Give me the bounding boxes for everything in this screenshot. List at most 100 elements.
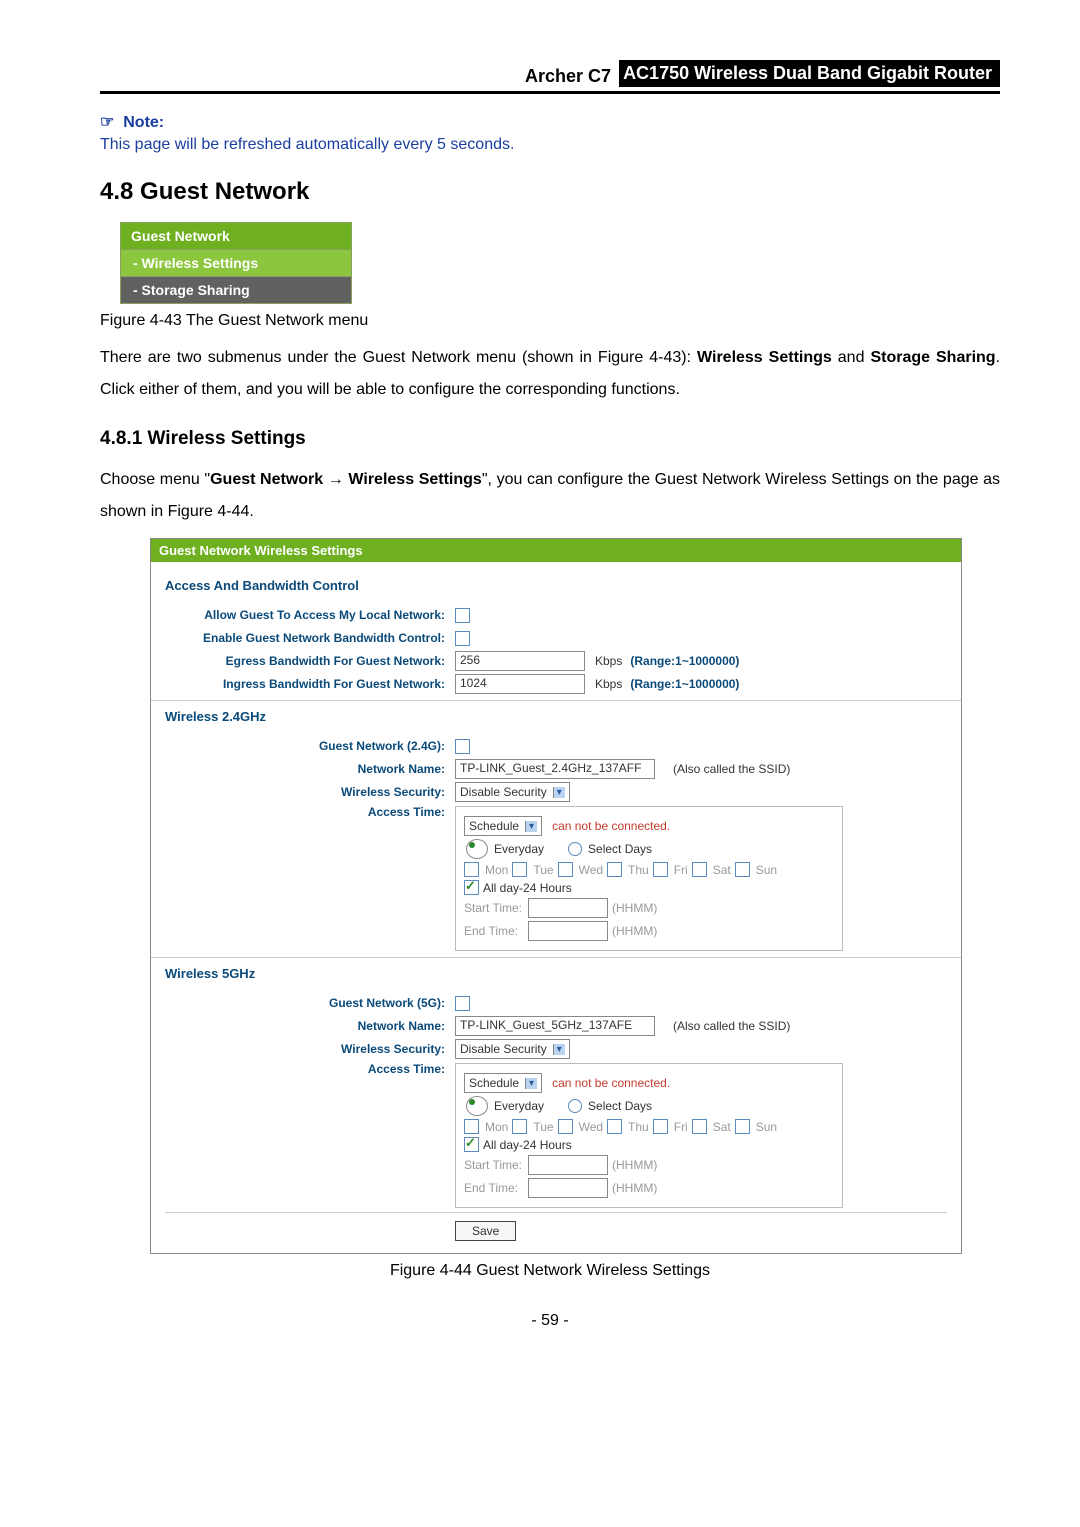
input-end-5[interactable] xyxy=(528,1178,608,1198)
row-nn5: Network Name: TP-LINK_Guest_5GHz_137AFE … xyxy=(165,1016,947,1036)
chk-gn24[interactable] xyxy=(455,739,470,754)
select-schedule-24[interactable]: Schedule ▾ xyxy=(464,816,542,836)
chk-enable-bw[interactable] xyxy=(455,631,470,646)
radio-select-days-5[interactable] xyxy=(568,1099,582,1113)
row-ingress: Ingress Bandwidth For Guest Network: 102… xyxy=(165,674,947,694)
lbl-ws24: Wireless Security: xyxy=(165,785,455,799)
access-time-box-24: Schedule ▾ can not be connected. Everyda… xyxy=(455,806,843,951)
chk-sat-5[interactable] xyxy=(692,1119,707,1134)
chk-wed-5[interactable] xyxy=(558,1119,573,1134)
row-enable-bw: Enable Guest Network Bandwidth Control: xyxy=(165,628,947,648)
select-ws24-value: Disable Security xyxy=(460,785,547,799)
page-number: - 59 - xyxy=(100,1312,1000,1330)
radio-everyday-24[interactable] xyxy=(466,839,488,859)
d-sun-5: Sun xyxy=(756,1120,777,1134)
select-schedule-5-value: Schedule xyxy=(469,1076,519,1090)
menu-storage-sharing[interactable]: - Storage Sharing xyxy=(121,276,351,303)
para2-b: Guest Network xyxy=(210,471,323,488)
divider-1 xyxy=(151,700,961,701)
chk-sat-24[interactable] xyxy=(692,862,707,877)
lbl-select-days-24: Select Days xyxy=(588,842,652,856)
radio-select-days-24[interactable] xyxy=(568,842,582,856)
note-block: ☞ Note: xyxy=(100,112,1000,132)
d-tue-24: Tue xyxy=(533,863,553,877)
row-ws24: Wireless Security: Disable Security ▾ xyxy=(165,782,947,802)
row-egress: Egress Bandwidth For Guest Network: 256 … xyxy=(165,651,947,671)
lbl-gn24: Guest Network (2.4G): xyxy=(165,739,455,753)
panel-body: Access And Bandwidth Control Allow Guest… xyxy=(151,562,961,1253)
lbl-end-24: End Time: xyxy=(464,924,524,938)
chk-allday-24[interactable] xyxy=(464,880,479,895)
guest-network-menu: Guest Network - Wireless Settings - Stor… xyxy=(120,222,352,304)
hhmm-end-5: (HHMM) xyxy=(612,1181,657,1195)
schedule-warning-5: can not be connected. xyxy=(552,1076,670,1090)
ssid-hint-24: (Also called the SSID) xyxy=(673,762,790,776)
row-gn5: Guest Network (5G): xyxy=(165,993,947,1013)
save-button[interactable]: Save xyxy=(455,1221,516,1241)
d-thu-5: Thu xyxy=(628,1120,649,1134)
lbl-ws5: Wireless Security: xyxy=(165,1042,455,1056)
lbl-nn5: Network Name: xyxy=(165,1019,455,1033)
menu-wireless-settings[interactable]: - Wireless Settings xyxy=(121,249,351,276)
chk-mon-24[interactable] xyxy=(464,862,479,877)
para2-arrow: → xyxy=(323,471,348,488)
select-schedule-5[interactable]: Schedule ▾ xyxy=(464,1073,542,1093)
chk-sun-5[interactable] xyxy=(735,1119,750,1134)
ssid-hint-5: (Also called the SSID) xyxy=(673,1019,790,1033)
para2-a: Choose menu " xyxy=(100,471,210,488)
note-label: Note: xyxy=(123,114,164,131)
input-start-24[interactable] xyxy=(528,898,608,918)
input-end-24[interactable] xyxy=(528,921,608,941)
input-start-5[interactable] xyxy=(528,1155,608,1175)
d-sat-5: Sat xyxy=(713,1120,731,1134)
select-schedule-24-value: Schedule xyxy=(469,819,519,833)
chk-fri-24[interactable] xyxy=(653,862,668,877)
para1-part-d: Storage Sharing xyxy=(870,349,995,366)
radio-everyday-5[interactable] xyxy=(466,1096,488,1116)
chk-wed-24[interactable] xyxy=(558,862,573,877)
d-wed-24: Wed xyxy=(579,863,603,877)
group-access-title: Access And Bandwidth Control xyxy=(165,578,947,597)
input-nn5[interactable]: TP-LINK_Guest_5GHz_137AFE xyxy=(455,1016,655,1036)
lbl-enable-bw: Enable Guest Network Bandwidth Control: xyxy=(165,631,455,645)
d-tue-5: Tue xyxy=(533,1120,553,1134)
lbl-everyday-24: Everyday xyxy=(494,842,544,856)
row-nn24: Network Name: TP-LINK_Guest_2.4GHz_137AF… xyxy=(165,759,947,779)
chevron-down-icon: ▾ xyxy=(553,1044,565,1055)
lbl-at24: Access Time: xyxy=(165,805,455,819)
para-submenus: There are two submenus under the Guest N… xyxy=(100,342,1000,406)
pointing-hand-icon: ☞ xyxy=(100,114,119,131)
divider-2 xyxy=(151,957,961,958)
page: Archer C7 AC1750 Wireless Dual Band Giga… xyxy=(0,0,1080,1527)
lbl-allday-5: All day-24 Hours xyxy=(483,1138,572,1152)
select-ws5-value: Disable Security xyxy=(460,1042,547,1056)
header-desc: AC1750 Wireless Dual Band Gigabit Router xyxy=(619,60,1000,87)
input-ingress[interactable]: 1024 xyxy=(455,674,585,694)
input-nn24[interactable]: TP-LINK_Guest_2.4GHz_137AFF xyxy=(455,759,655,779)
chk-mon-5[interactable] xyxy=(464,1119,479,1134)
figure-4-43-caption: Figure 4-43 The Guest Network menu xyxy=(100,312,1000,330)
chk-fri-5[interactable] xyxy=(653,1119,668,1134)
lbl-nn24: Network Name: xyxy=(165,762,455,776)
d-sat-24: Sat xyxy=(713,863,731,877)
access-time-box-5: Schedule ▾ can not be connected. Everyda… xyxy=(455,1063,843,1208)
chk-sun-24[interactable] xyxy=(735,862,750,877)
lbl-gn5: Guest Network (5G): xyxy=(165,996,455,1010)
unit-kbps-2: Kbps xyxy=(595,677,622,691)
chk-tue-24[interactable] xyxy=(512,862,527,877)
unit-kbps-1: Kbps xyxy=(595,654,622,668)
input-egress[interactable]: 256 xyxy=(455,651,585,671)
select-ws5[interactable]: Disable Security ▾ xyxy=(455,1039,570,1059)
d-thu-24: Thu xyxy=(628,863,649,877)
chk-allow-local[interactable] xyxy=(455,608,470,623)
d-wed-5: Wed xyxy=(579,1120,603,1134)
chk-thu-24[interactable] xyxy=(607,862,622,877)
lbl-egress: Egress Bandwidth For Guest Network: xyxy=(165,654,455,668)
lbl-everyday-5: Everyday xyxy=(494,1099,544,1113)
chk-allday-5[interactable] xyxy=(464,1137,479,1152)
group-24-title: Wireless 2.4GHz xyxy=(165,709,947,728)
chk-tue-5[interactable] xyxy=(512,1119,527,1134)
chk-thu-5[interactable] xyxy=(607,1119,622,1134)
select-ws24[interactable]: Disable Security ▾ xyxy=(455,782,570,802)
chk-gn5[interactable] xyxy=(455,996,470,1011)
